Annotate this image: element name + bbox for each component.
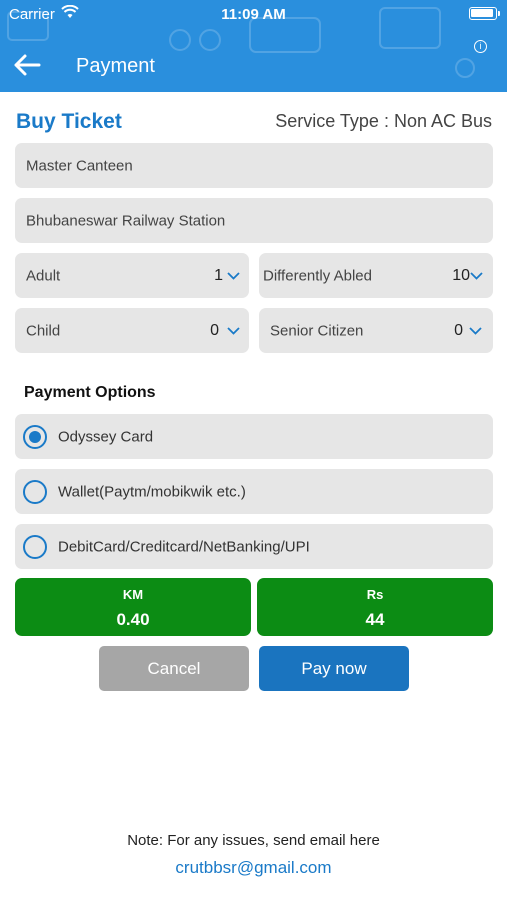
distance-label: KM — [122, 587, 144, 602]
payment-option-label: DebitCard/Creditcard/NetBanking/UPI — [58, 538, 310, 555]
app-header: Carrier 11:09 AM i Payment — [0, 0, 507, 92]
battery-icon — [469, 7, 500, 20]
adult-selector[interactable]: Adult 1 — [15, 253, 249, 298]
radio-unselected-icon[interactable] — [23, 480, 47, 504]
chevron-down-icon — [470, 271, 483, 280]
support-email-link[interactable]: crutbbsr@gmail.com — [0, 858, 507, 878]
fare-panel: Rs 44 — [257, 578, 493, 636]
adult-label: Adult — [26, 267, 61, 284]
info-icon[interactable]: i — [474, 40, 487, 53]
chevron-down-icon — [227, 326, 240, 335]
back-arrow-icon[interactable] — [12, 53, 42, 77]
payment-option-label: Wallet(Paytm/mobikwik etc.) — [58, 483, 246, 500]
payment-option-odyssey-card[interactable]: Odyssey Card — [15, 414, 493, 459]
destination-stop-value: Bhubaneswar Railway Station — [26, 212, 226, 229]
chevron-down-icon — [227, 271, 240, 280]
child-label: Child — [26, 322, 61, 339]
distance-panel: KM 0.40 — [15, 578, 251, 636]
payment-option-wallet[interactable]: Wallet(Paytm/mobikwik etc.) — [15, 469, 493, 514]
adult-count: 1 — [214, 266, 223, 284]
buy-ticket-heading: Buy Ticket — [16, 110, 122, 133]
page-title: Payment — [76, 55, 155, 77]
status-time: 11:09 AM — [221, 6, 286, 23]
payment-options-heading: Payment Options — [24, 384, 156, 401]
origin-stop-value: Master Canteen — [26, 157, 133, 174]
differently-abled-selector[interactable]: Differently Abled 10 — [259, 253, 493, 298]
differently-abled-label: Differently Abled — [263, 267, 372, 284]
chevron-down-icon — [469, 326, 482, 335]
destination-stop-field[interactable]: Bhubaneswar Railway Station — [15, 198, 493, 243]
status-bar: Carrier 11:09 AM — [0, 0, 507, 28]
radio-selected-icon[interactable] — [23, 425, 47, 449]
fare-value: 44 — [365, 610, 385, 629]
pay-now-button[interactable]: Pay now — [259, 646, 409, 691]
cancel-button[interactable]: Cancel — [99, 646, 249, 691]
differently-abled-count: 10 — [452, 266, 470, 284]
senior-citizen-selector[interactable]: Senior Citizen 0 — [259, 308, 493, 353]
service-type-label: Service Type : Non AC Bus — [275, 111, 492, 131]
origin-stop-field[interactable]: Master Canteen — [15, 143, 493, 188]
support-note: Note: For any issues, send email here — [127, 832, 380, 849]
senior-citizen-count: 0 — [454, 321, 463, 339]
payment-option-label: Odyssey Card — [58, 428, 154, 445]
distance-value: 0.40 — [116, 610, 150, 629]
payment-option-card-netbanking[interactable]: DebitCard/Creditcard/NetBanking/UPI — [15, 524, 493, 569]
senior-citizen-label: Senior Citizen — [270, 322, 364, 339]
child-selector[interactable]: Child 0 — [15, 308, 249, 353]
fare-label: Rs — [366, 587, 384, 602]
child-count: 0 — [210, 321, 219, 339]
radio-unselected-icon[interactable] — [23, 535, 47, 559]
